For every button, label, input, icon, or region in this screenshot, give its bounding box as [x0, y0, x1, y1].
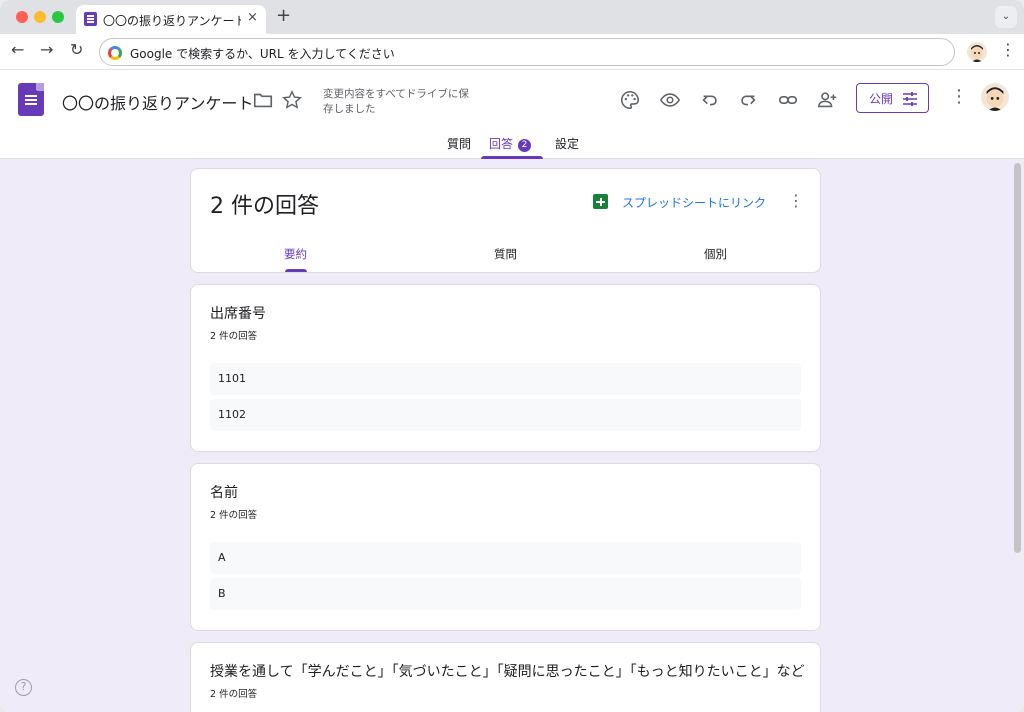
link-icon[interactable] [777, 89, 801, 113]
new-tab-button[interactable]: + [276, 5, 291, 26]
question-card: 授業を通して「学んだこと」「気づいたこと」「疑問に思ったこと」「もっと知りたいこ… [190, 642, 821, 712]
question-title: 出席番号 [210, 306, 266, 322]
tab-title: 〇〇の振り返りアンケート - Google フォーム [103, 14, 241, 28]
list-item: 1102 [210, 399, 801, 431]
responses-content[interactable]: 2 件の回答 スプレッドシートにリンク ⋮ 要約 質問 個別 出席番号 2 件の… [0, 159, 1024, 712]
link-to-sheets-button[interactable]: スプレッドシートにリンク [622, 194, 766, 211]
question-title: 授業を通して「学んだこと」「気づいたこと」「疑問に思ったこと」「もっと知りたいこ… [210, 664, 805, 680]
tab-summary[interactable]: 要約 [284, 246, 307, 262]
undo-icon[interactable] [699, 89, 723, 113]
maximize-window-button[interactable] [52, 11, 64, 23]
question-card: 出席番号 2 件の回答 1101 1102 [190, 284, 821, 452]
close-window-button[interactable] [16, 11, 28, 23]
tab-responses-label: 回答 [489, 137, 514, 151]
active-subtab-indicator [285, 269, 307, 272]
response-summary-title: 2 件の回答 [210, 194, 319, 219]
list-item: 1101 [210, 363, 801, 395]
tab-question[interactable]: 質問 [494, 246, 517, 262]
answer-text: B [218, 587, 226, 600]
preview-eye-icon[interactable] [659, 89, 683, 113]
folder-icon[interactable] [252, 89, 276, 113]
save-status: 変更内容をすべてドライブに保存しました [323, 88, 469, 115]
tab-search-button[interactable]: ⌄ [995, 6, 1017, 28]
browser-tab[interactable]: 〇〇の振り返りアンケート - Google フォーム × [76, 5, 266, 34]
tab-individual[interactable]: 個別 [704, 246, 727, 262]
add-collaborator-icon[interactable] [816, 89, 840, 113]
tab-close-icon[interactable]: × [247, 10, 258, 25]
sheets-icon[interactable] [593, 194, 608, 209]
forms-favicon-icon [84, 12, 97, 26]
forms-logo-icon[interactable] [18, 83, 44, 116]
browser-tab-bar: 〇〇の振り返りアンケート - Google フォーム × + ⌄ [0, 0, 1024, 34]
tab-responses[interactable]: 回答 2 [489, 135, 532, 152]
page-scrollbar[interactable] [1014, 163, 1021, 553]
question-response-count: 2 件の回答 [210, 510, 258, 521]
answer-text: 1102 [218, 408, 246, 421]
question-response-count: 2 件の回答 [210, 331, 258, 342]
summary-card: 2 件の回答 スプレッドシートにリンク ⋮ 要約 質問 個別 [190, 168, 821, 273]
google-icon [108, 46, 122, 60]
browser-toolbar: ← → ↻ Google で検索するか、URL を入力してください ⋮ [0, 34, 1024, 70]
address-bar[interactable]: Google で検索するか、URL を入力してください [99, 38, 955, 66]
publish-label: 公開 [869, 92, 894, 106]
star-icon[interactable] [281, 89, 305, 113]
tab-settings[interactable]: 設定 [555, 135, 579, 152]
back-button[interactable]: ← [11, 40, 24, 59]
answer-text: A [218, 551, 226, 564]
form-title[interactable]: 〇〇の振り返りアンケート [62, 90, 253, 114]
more-options-button[interactable]: ⋮ [950, 86, 968, 107]
tune-icon [901, 90, 919, 108]
browser-menu-button[interactable]: ⋮ [1000, 40, 1016, 59]
forward-button[interactable]: → [40, 40, 53, 59]
responses-more-button[interactable]: ⋮ [788, 191, 804, 210]
tab-questions[interactable]: 質問 [447, 135, 471, 152]
address-bar-placeholder: Google で検索するか、URL を入力してください [130, 47, 395, 61]
question-title: 名前 [210, 485, 238, 501]
answer-text: 1101 [218, 372, 246, 385]
question-card: 名前 2 件の回答 A B [190, 463, 821, 631]
minimize-window-button[interactable] [34, 11, 46, 23]
forms-header: 〇〇の振り返りアンケート 変更内容をすべてドライブに保存しました 公開 ⋮ 質問… [0, 71, 1024, 159]
help-icon[interactable]: ? [15, 679, 32, 696]
account-avatar[interactable] [981, 83, 1009, 111]
responses-count-badge: 2 [518, 139, 532, 152]
publish-button[interactable]: 公開 [856, 83, 929, 113]
redo-icon[interactable] [737, 89, 761, 113]
question-response-count: 2 件の回答 [210, 689, 258, 700]
palette-icon[interactable] [619, 89, 643, 113]
profile-avatar[interactable] [967, 42, 987, 62]
list-item: A [210, 542, 801, 574]
reload-button[interactable]: ↻ [70, 40, 83, 59]
browser-window: 〇〇の振り返りアンケート - Google フォーム × + ⌄ ← → ↻ G… [0, 0, 1024, 712]
list-item: B [210, 578, 801, 610]
